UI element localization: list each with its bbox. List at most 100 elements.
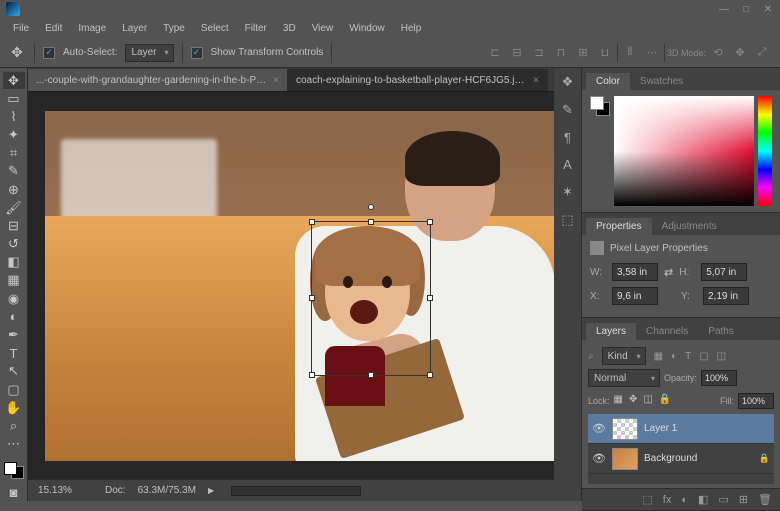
status-scrollbar[interactable] [231,486,361,496]
zoom-level[interactable]: 15.13% [38,485,93,496]
filter-adjust-icon[interactable]: ◐ [671,351,677,362]
color-field[interactable] [614,96,754,206]
menu-window[interactable]: Window [342,21,392,36]
blend-mode-dropdown[interactable]: Normal [588,369,660,387]
close-button[interactable]: ✕ [762,3,774,15]
menu-type[interactable]: Type [156,21,192,36]
healing-brush-tool[interactable]: ⊕ [3,181,25,198]
delete-layer-icon[interactable]: 🗑 [758,493,772,506]
lock-pixels-icon[interactable]: ▦ [614,394,623,405]
layer-item[interactable]: 👁 Background 🔒 [588,444,774,474]
rectangle-tool[interactable]: ▢ [3,381,25,398]
align-center-h-icon[interactable]: ⊟ [507,44,527,62]
close-tab-icon[interactable]: × [273,75,279,86]
canvas[interactable] [45,111,565,461]
lock-position-icon[interactable]: ✥ [629,394,637,405]
menu-3d[interactable]: 3D [276,21,303,36]
visibility-icon[interactable]: 👁 [592,422,606,435]
lock-all-icon[interactable]: 🔒 [659,394,671,405]
menu-edit[interactable]: Edit [38,21,69,36]
zoom-tool[interactable]: ⌕ [3,417,25,434]
align-top-icon[interactable]: ⊓ [551,44,571,62]
width-input[interactable] [612,263,658,281]
color-chips[interactable] [4,462,24,479]
document-tab-1[interactable]: ...-couple-with-grandaughter-gardening-i… [28,69,288,91]
marquee-tool[interactable]: ▭ [3,90,25,107]
foreground-background-swatch[interactable] [590,96,610,116]
properties-tab[interactable]: Properties [586,218,652,235]
lock-artboard-icon[interactable]: ◫ [643,394,652,405]
color-tab[interactable]: Color [586,73,630,90]
history-brush-tool[interactable]: ↺ [3,236,25,253]
edit-toolbar-icon[interactable]: ⋯ [3,435,25,452]
filter-kind-icon[interactable]: ⌕ [588,351,594,362]
channels-tab[interactable]: Channels [636,323,698,340]
layer-thumbnail[interactable] [612,448,638,470]
brush-tool[interactable]: 🖌 [3,199,25,216]
lasso-tool[interactable]: ⌇ [3,108,25,125]
mask-icon[interactable]: ◐ [681,494,688,506]
hand-tool[interactable]: ✋ [3,399,25,416]
gradient-tool[interactable]: ▦ [3,272,25,289]
pen-tool[interactable]: ✒ [3,326,25,343]
align-right-icon[interactable]: ⊐ [529,44,549,62]
fill-input[interactable] [738,393,774,409]
eyedropper-tool[interactable]: ✎ [3,163,25,180]
opacity-input[interactable] [701,370,737,386]
3d-pan-icon[interactable]: ✥ [730,44,750,62]
document-tab-2[interactable]: coach-explaining-to-basketball-player-HC… [288,69,548,91]
visibility-icon[interactable]: 👁 [592,452,606,465]
close-tab-icon[interactable]: × [533,75,539,86]
swatches-tab[interactable]: Swatches [630,73,693,90]
layers-tab[interactable]: Layers [586,323,636,340]
brush-panel-icon[interactable]: ✎ [562,102,573,118]
quick-mask-icon[interactable]: ◙ [3,484,25,501]
align-middle-icon[interactable]: ⊞ [573,44,593,62]
auto-select-checkbox[interactable]: ✓ [43,47,55,59]
adjustments-tab[interactable]: Adjustments [652,218,727,235]
character-panel-icon[interactable]: A [563,157,572,172]
3d-slide-icon[interactable]: ⤢ [752,44,772,62]
history-panel-icon[interactable]: ❖ [562,74,574,90]
move-tool[interactable]: ✥ [3,72,25,89]
filter-pixel-icon[interactable]: ▦ [654,351,663,362]
magic-wand-tool[interactable]: ✦ [3,127,25,144]
layer-name[interactable]: Background [644,453,697,464]
menu-layer[interactable]: Layer [115,21,154,36]
show-transform-checkbox[interactable]: ✓ [191,47,203,59]
height-input[interactable] [701,263,747,281]
menu-filter[interactable]: Filter [238,21,274,36]
menu-help[interactable]: Help [394,21,429,36]
paragraph-panel-icon[interactable]: ¶ [564,130,571,145]
align-left-icon[interactable]: ⊏ [485,44,505,62]
menu-image[interactable]: Image [71,21,113,36]
3d-orbit-icon[interactable]: ⟲ [708,44,728,62]
link-layers-icon[interactable]: ⬚ [642,493,652,506]
x-input[interactable] [612,287,658,305]
distribute-h-icon[interactable]: ⫴ [620,44,640,62]
group-icon[interactable]: ▭ [718,493,728,506]
align-bottom-icon[interactable]: ⊔ [595,44,615,62]
dodge-tool[interactable]: ◐ [3,308,25,325]
layer-item[interactable]: 👁 Layer 1 [588,414,774,444]
maximize-button[interactable]: □ [740,3,752,15]
minimize-button[interactable]: — [718,3,730,15]
paths-tab[interactable]: Paths [698,323,744,340]
y-input[interactable] [703,287,749,305]
layer-thumbnail[interactable] [612,418,638,440]
fx-icon[interactable]: fx [663,494,672,506]
filter-smart-icon[interactable]: ◫ [717,351,726,362]
auto-select-mode-dropdown[interactable]: Layer [125,44,173,62]
hue-slider[interactable] [758,96,772,206]
blur-tool[interactable]: ◉ [3,290,25,307]
3d-panel-icon[interactable]: ⬚ [561,212,573,228]
filter-kind-dropdown[interactable]: Kind [602,347,646,365]
filter-type-icon[interactable]: T [685,351,691,362]
crop-tool[interactable]: ⌗ [3,145,25,162]
menu-view[interactable]: View [305,21,341,36]
status-menu-icon[interactable]: ▶ [208,486,214,495]
new-layer-icon[interactable]: ⊞ [739,493,748,506]
path-select-tool[interactable]: ↖ [3,363,25,380]
menu-file[interactable]: File [6,21,36,36]
menu-select[interactable]: Select [194,21,236,36]
